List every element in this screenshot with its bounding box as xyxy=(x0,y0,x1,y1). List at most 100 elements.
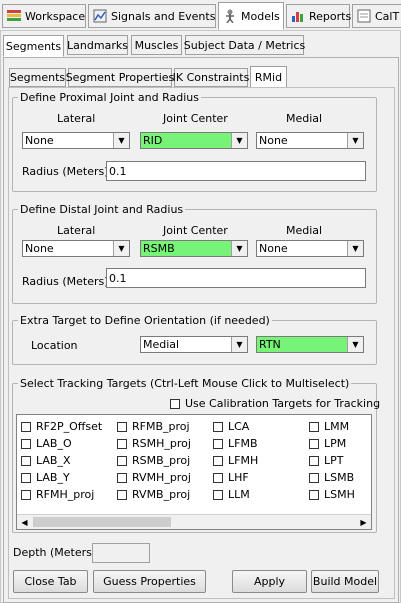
target-label: RFMH_proj xyxy=(36,488,95,501)
target-item[interactable]: LSMH xyxy=(309,488,355,501)
apply-button[interactable]: Apply xyxy=(232,570,307,593)
location-value: Medial xyxy=(143,338,180,351)
orientation-target-select[interactable]: RTN ▼ xyxy=(256,336,364,353)
depth-input[interactable] xyxy=(92,543,150,563)
subtab-segments[interactable]: Segments xyxy=(3,35,64,57)
target-item[interactable]: RF2P_Offset xyxy=(21,420,102,433)
target-label: LAB_X xyxy=(36,454,71,467)
proximal-group-title: Define Proximal Joint and Radius xyxy=(18,91,201,104)
subtab-landmarks-label: Landmarks xyxy=(67,38,128,52)
chevron-down-icon: ▼ xyxy=(347,241,363,256)
target-item[interactable]: RFMB_proj xyxy=(117,420,190,433)
target-label: LSMB xyxy=(324,471,355,484)
proximal-lateral-select[interactable]: None ▼ xyxy=(22,132,130,149)
tab-models[interactable]: Models xyxy=(218,2,284,30)
signals-icon xyxy=(93,9,107,23)
target-label: RVMH_proj xyxy=(132,471,191,484)
proximal-medial-select[interactable]: None ▼ xyxy=(256,132,364,149)
subtab-segments-label: Segments xyxy=(5,39,62,53)
target-label: LFMB xyxy=(228,437,258,450)
depth-label: Depth (Meters): xyxy=(13,546,100,559)
target-item[interactable]: LFMH xyxy=(213,454,258,467)
target-item[interactable]: LPM xyxy=(309,437,346,450)
tab-cal-label: CalT xyxy=(375,9,400,23)
tab-reports[interactable]: Reports xyxy=(286,4,351,28)
checkbox-box xyxy=(21,438,31,449)
target-item[interactable]: LFMB xyxy=(213,437,258,450)
tab-signals-and-events[interactable]: Signals and Events xyxy=(88,4,216,28)
chevron-down-icon: ▼ xyxy=(347,133,363,148)
build-model-button[interactable]: Build Model xyxy=(311,570,379,593)
target-label: RF2P_Offset xyxy=(36,420,103,433)
proximal-radius-input[interactable]: 0.1 xyxy=(106,161,366,181)
tracking-group-title: Select Tracking Targets (Ctrl-Left Mouse… xyxy=(18,377,352,390)
innertab-segments-label: Segments xyxy=(9,71,66,84)
subtab-muscles[interactable]: Muscles xyxy=(131,35,182,55)
target-item[interactable]: LAB_X xyxy=(21,454,71,467)
target-item[interactable]: LHF xyxy=(213,471,249,484)
distal-radius-input[interactable]: 0.1 xyxy=(106,268,366,288)
target-label: LSMH xyxy=(324,488,355,501)
proximal-joint-select[interactable]: RID ▼ xyxy=(140,132,248,149)
target-item[interactable]: LPT xyxy=(309,454,343,467)
subtab-muscles-label: Muscles xyxy=(134,38,179,52)
target-label: LHF xyxy=(228,471,249,484)
distal-medial-select[interactable]: None ▼ xyxy=(256,240,364,257)
target-label: RVMB_proj xyxy=(132,488,191,501)
innertab-segment-properties-label: Segment Properties xyxy=(65,71,175,84)
use-calibration-checkbox[interactable]: Use Calibration Targets for Tracking xyxy=(170,397,380,410)
guess-properties-button[interactable]: Guess Properties xyxy=(93,570,206,593)
target-label: LFMH xyxy=(228,454,259,467)
checkbox-box xyxy=(21,421,31,432)
target-item[interactable]: LSMB xyxy=(309,471,354,484)
chevron-down-icon: ▼ xyxy=(113,133,129,148)
distal-joint-label: Joint Center xyxy=(163,224,228,237)
innertab-segment-properties[interactable]: Segment Properties xyxy=(65,68,175,87)
distal-joint-value: RSMB xyxy=(143,242,175,255)
target-item[interactable]: LMM xyxy=(309,420,349,433)
chevron-right-icon[interactable]: ▶ xyxy=(356,515,371,529)
checkbox-box xyxy=(309,455,319,466)
target-item[interactable]: RSMB_proj xyxy=(117,454,190,467)
proximal-joint-value: RID xyxy=(143,134,163,147)
target-item[interactable]: RVMH_proj xyxy=(117,471,191,484)
chevron-left-icon[interactable]: ◀ xyxy=(17,515,32,529)
checkbox-box xyxy=(309,472,319,483)
chevron-down-icon: ▼ xyxy=(347,337,363,352)
close-tab-button[interactable]: Close Tab xyxy=(13,570,88,593)
subtab-subject-data[interactable]: Subject Data / Metrics xyxy=(183,35,306,55)
target-item[interactable]: RFMH_proj xyxy=(21,488,94,501)
horizontal-scrollbar[interactable]: ◀ ▶ xyxy=(17,514,371,529)
scrollbar-thumb[interactable] xyxy=(33,517,171,527)
distal-lateral-select[interactable]: None ▼ xyxy=(22,240,130,257)
target-label: LPT xyxy=(324,454,344,467)
proximal-medial-value: None xyxy=(259,134,288,147)
target-label: LCA xyxy=(228,420,250,433)
proximal-lateral-value: None xyxy=(25,134,54,147)
target-item[interactable]: LLM xyxy=(213,488,250,501)
location-select[interactable]: Medial ▼ xyxy=(140,336,248,353)
tab-workspace[interactable]: Workspace xyxy=(2,4,86,28)
tab-cal[interactable]: CalT xyxy=(352,4,401,28)
target-label: LAB_Y xyxy=(36,471,70,484)
target-label: LPM xyxy=(324,437,347,450)
distal-radius-label: Radius (Meters) xyxy=(22,275,109,288)
checkbox-box xyxy=(117,455,127,466)
innertab-ik-constraints-label: IK Constraints xyxy=(172,71,250,84)
subtab-landmarks[interactable]: Landmarks xyxy=(67,35,128,55)
target-item[interactable]: RSMH_proj xyxy=(117,437,191,450)
innertab-segments[interactable]: Segments xyxy=(9,68,66,87)
innertab-ik-constraints[interactable]: IK Constraints xyxy=(172,68,250,87)
target-item[interactable]: LAB_Y xyxy=(21,471,70,484)
target-item[interactable]: LAB_O xyxy=(21,437,72,450)
orientation-target-value: RTN xyxy=(259,338,281,351)
target-item[interactable]: LCA xyxy=(213,420,249,433)
target-item[interactable]: RVMB_proj xyxy=(117,488,190,501)
chevron-down-icon: ▼ xyxy=(231,337,247,352)
distal-joint-select[interactable]: RSMB ▼ xyxy=(140,240,248,257)
subtab-subject-data-label: Subject Data / Metrics xyxy=(183,38,306,52)
checkbox-box xyxy=(21,455,31,466)
distal-medial-label: Medial xyxy=(286,224,323,237)
innertab-rmid[interactable]: RMid xyxy=(250,66,287,88)
checkbox-box xyxy=(213,489,223,500)
